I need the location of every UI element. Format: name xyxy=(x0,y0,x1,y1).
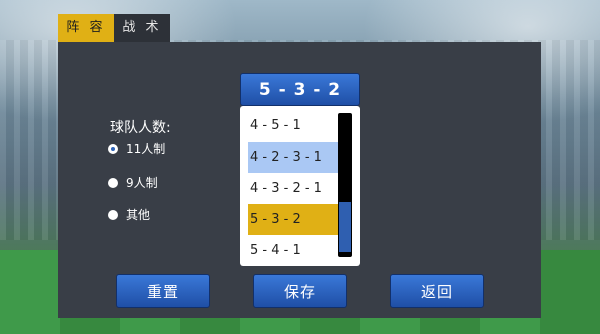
formation-option-selected[interactable]: 5 - 3 - 2 xyxy=(248,204,338,235)
radio-option-other[interactable]: 其他 xyxy=(108,206,150,223)
formation-option[interactable]: 4 - 2 - 3 - 1 xyxy=(248,142,338,173)
radio-option-11[interactable]: 11人制 xyxy=(108,140,165,157)
tab-bar: 阵 容 战 术 xyxy=(58,14,170,42)
dropdown-scrollbar-thumb[interactable] xyxy=(339,202,351,252)
radio-selected-icon[interactable] xyxy=(108,143,118,154)
radio-unselected-icon[interactable] xyxy=(108,177,118,188)
tab-tactics[interactable]: 战 术 xyxy=(114,14,170,42)
tab-lineup[interactable]: 阵 容 xyxy=(58,14,114,42)
formation-dropdown-header[interactable]: 5 - 3 - 2 xyxy=(240,73,360,106)
formation-option[interactable]: 4 - 5 - 1 xyxy=(248,110,338,141)
formation-option[interactable]: 5 - 4 - 1 xyxy=(248,235,338,266)
save-button[interactable]: 保存 xyxy=(253,274,347,308)
radio-label-11: 11人制 xyxy=(126,142,166,156)
formation-option[interactable]: 4 - 3 - 2 - 1 xyxy=(248,173,338,204)
radio-unselected-icon[interactable] xyxy=(108,209,118,220)
reset-button[interactable]: 重置 xyxy=(116,274,210,308)
radio-label-9: 9人制 xyxy=(126,176,158,190)
radio-option-9[interactable]: 9人制 xyxy=(108,174,158,191)
radio-label-other: 其他 xyxy=(126,208,151,222)
back-button[interactable]: 返回 xyxy=(390,274,484,308)
team-size-label: 球队人数: xyxy=(110,120,171,136)
